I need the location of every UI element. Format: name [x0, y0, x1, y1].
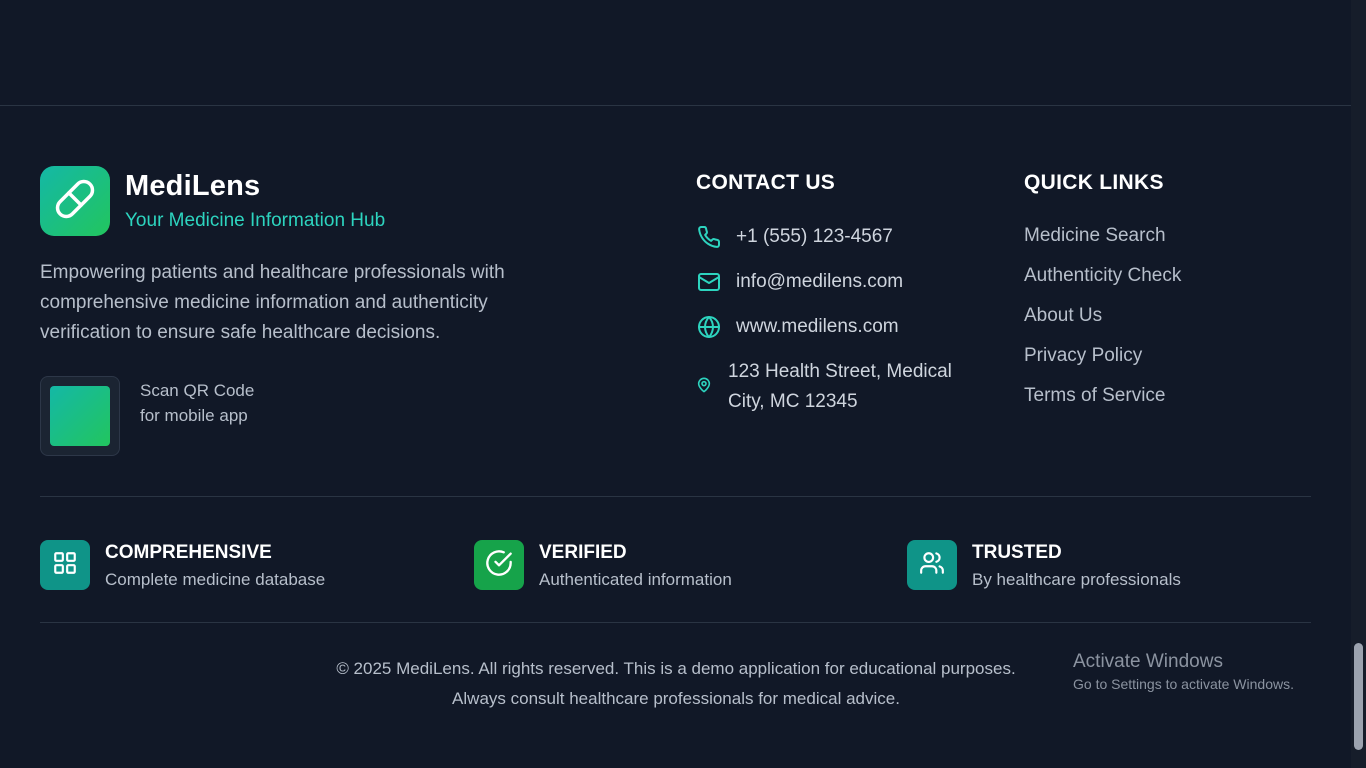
footer-page: MediLens Your Medicine Information Hub E…: [0, 0, 1366, 768]
feature-comprehensive-title: COMPREHENSIVE: [105, 542, 272, 563]
bottom-divider: [40, 622, 1311, 623]
check-circle-icon: [485, 549, 513, 582]
top-divider: [0, 105, 1351, 106]
vertical-scrollbar[interactable]: [1351, 0, 1366, 768]
grid-icon: [52, 550, 78, 581]
copyright-line1: © 2025 MediLens. All rights reserved. Th…: [336, 659, 1016, 678]
qr-caption-line2: for mobile app: [140, 406, 248, 425]
mail-icon: [696, 269, 722, 295]
quick-links-title: QUICK LINKS: [1024, 171, 1164, 194]
pill-icon: [54, 178, 96, 225]
link-terms-of-service[interactable]: Terms of Service: [1024, 385, 1165, 407]
contact-address-text: 123 Health Street, Medical City, MC 1234…: [728, 361, 952, 412]
contact-website[interactable]: www.medilens.com: [696, 314, 899, 340]
copyright-line2: Always consult healthcare professionals …: [452, 689, 900, 708]
feature-verified-title: VERIFIED: [539, 542, 627, 563]
feature-trusted-title: TRUSTED: [972, 542, 1062, 563]
feature-trusted-badge: [907, 540, 957, 590]
link-about-us[interactable]: About Us: [1024, 305, 1102, 327]
contact-phone-text: +1 (555) 123-4567: [736, 226, 893, 247]
qr-caption-line1: Scan QR Code: [140, 381, 255, 400]
qr-caption: Scan QR Code for mobile app: [140, 378, 254, 428]
contact-phone[interactable]: +1 (555) 123-4567: [696, 224, 893, 250]
phone-icon: [696, 224, 722, 250]
feature-comprehensive-subtitle: Complete medicine database: [105, 570, 326, 589]
contact-email[interactable]: info@medilens.com: [696, 269, 903, 295]
feature-verified-badge: [474, 540, 524, 590]
globe-icon: [696, 314, 722, 340]
brand-name: MediLens: [125, 170, 261, 202]
link-authenticity-check[interactable]: Authenticity Check: [1024, 265, 1181, 287]
contact-email-text: info@medilens.com: [736, 271, 904, 292]
scrollbar-thumb[interactable]: [1354, 643, 1363, 750]
qr-code-image: [50, 386, 110, 446]
brand-description: Empowering patients and healthcare profe…: [40, 262, 505, 343]
copyright: © 2025 MediLens. All rights reserved. Th…: [276, 654, 1076, 714]
brand-tagline: Your Medicine Information Hub: [125, 210, 386, 231]
logo[interactable]: [40, 166, 110, 236]
qr-code[interactable]: [40, 376, 120, 456]
contact-website-text: www.medilens.com: [736, 316, 899, 337]
contact-title: CONTACT US: [696, 171, 836, 194]
middle-divider: [40, 496, 1311, 497]
link-medicine-search[interactable]: Medicine Search: [1024, 225, 1166, 247]
feature-comprehensive-badge: [40, 540, 90, 590]
map-pin-icon: [696, 377, 714, 395]
users-icon: [919, 550, 945, 581]
link-privacy-policy[interactable]: Privacy Policy: [1024, 345, 1142, 367]
activate-windows-title: Activate Windows: [1073, 651, 1223, 672]
contact-address: 123 Health Street, Medical City, MC 1234…: [696, 357, 973, 417]
activate-windows-subtitle: Go to Settings to activate Windows.: [1073, 676, 1294, 692]
feature-trusted-subtitle: By healthcare professionals: [972, 570, 1181, 589]
feature-verified-subtitle: Authenticated information: [539, 570, 732, 589]
